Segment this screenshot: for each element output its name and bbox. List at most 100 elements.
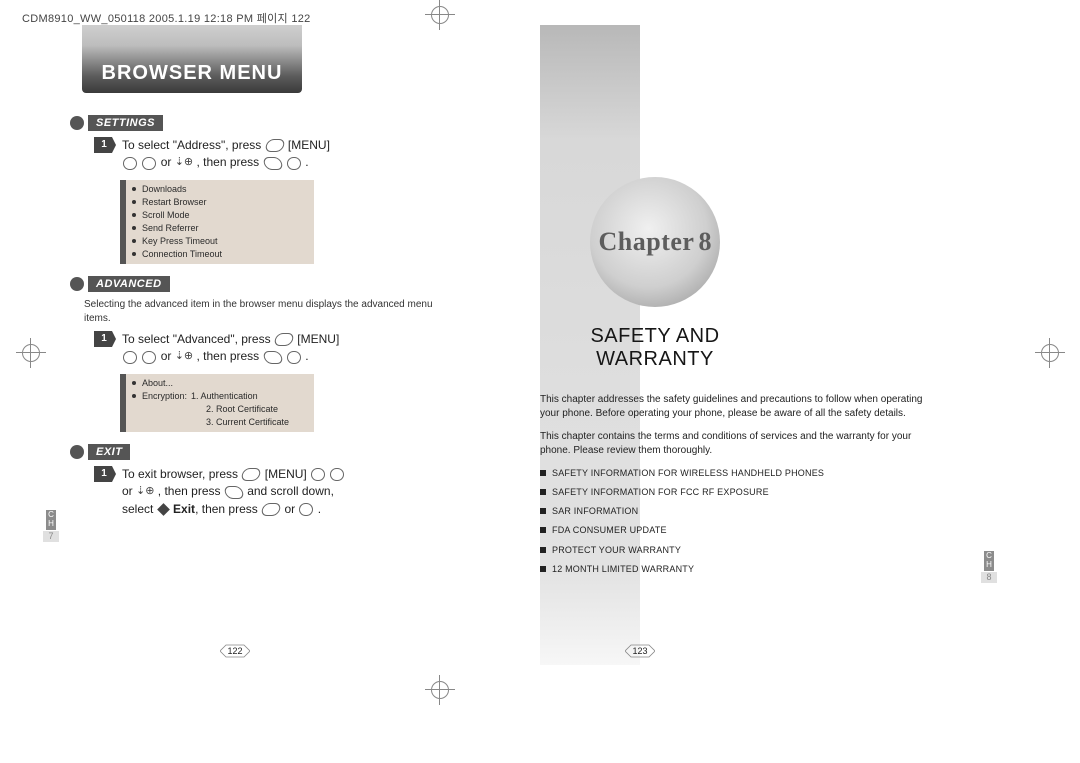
key-5-icon (123, 351, 137, 364)
page-number-left: 122 (220, 641, 250, 661)
chapter-number: 8 (698, 227, 711, 256)
menu-item-label: Downloads (142, 183, 187, 196)
softkey-icon (223, 486, 244, 499)
bullet-icon (132, 187, 136, 191)
bullet-icon (132, 252, 136, 256)
section-exit-label: EXIT (88, 444, 130, 460)
exit-step-1: 1 To exit browser, press [MENU] or ⇣⊕ , … (94, 466, 450, 518)
step-number-badge: 1 (94, 137, 116, 153)
advanced-step-text: To select "Advanced", press [MENU] or ⇣⊕… (122, 331, 339, 366)
chapter-tab-label: C H (984, 551, 994, 571)
softkey-icon (262, 351, 283, 364)
menu-item: Scroll Mode (130, 209, 310, 222)
menu-item-label: Scroll Mode (142, 209, 190, 222)
softkey-icon (262, 157, 283, 170)
toc-item-label: FDA CONSUMER UPDATE (552, 524, 667, 536)
chapter-title: SAFETY AND WARRANTY (555, 325, 755, 371)
settings-step-text: To select "Address", press [MENU] or ⇣⊕ … (122, 137, 330, 172)
step-number-badge: 1 (94, 331, 116, 347)
section-settings-header: SETTINGS (70, 115, 450, 131)
step-number-badge: 1 (94, 466, 116, 482)
page-number-right: 123 (625, 641, 655, 661)
menu-item: Send Referrer (130, 222, 310, 235)
chapter-tab-label: C H (46, 510, 56, 530)
toc-item-label: SAR INFORMATION (552, 505, 638, 517)
nav-down-icon: ⇣⊕ (136, 484, 154, 500)
advanced-menu-box: About...Encryption:1. Authentication2. R… (120, 374, 314, 432)
section-exit-header: EXIT (70, 444, 450, 460)
toc-item-label: 12 MONTH LIMITED WARRANTY (552, 563, 694, 575)
menu-item: Restart Browser (130, 196, 310, 209)
crop-mark-left (16, 338, 46, 368)
section-dot-icon (70, 116, 84, 130)
section-settings-label: SETTINGS (88, 115, 163, 131)
toc-item-label: SAFETY INFORMATION FOR WIRELESS HANDHELD… (552, 467, 824, 479)
key-5-icon (311, 468, 325, 481)
toc-item: PROTECT YOUR WARRANTY (540, 544, 935, 556)
toc-item: SAR INFORMATION (540, 505, 935, 517)
nav-diamond-icon (157, 503, 170, 516)
crop-mark-right (1035, 338, 1065, 368)
crop-mark-bottom (425, 675, 455, 705)
key-0-icon (287, 351, 301, 364)
softkey-icon (260, 503, 281, 516)
exit-step-text: To exit browser, press [MENU] or ⇣⊕ , th… (122, 466, 345, 518)
chapter-tab-left: C H 7 (42, 510, 60, 542)
menu-item: Downloads (130, 183, 310, 196)
nav-down-icon: ⇣⊕ (175, 155, 193, 171)
key-1-icon (142, 351, 156, 364)
source-file-header: CDM8910_WW_050118 2005.1.19 12:18 PM 페이지… (22, 10, 311, 26)
toc-item: SAFETY INFORMATION FOR FCC RF EXPOSURE (540, 486, 935, 498)
toc-item: FDA CONSUMER UPDATE (540, 524, 935, 536)
chapter-toc: SAFETY INFORMATION FOR WIRELESS HANDHELD… (540, 467, 935, 575)
chapter-badge: Chapter 8 (590, 177, 720, 307)
square-bullet-icon (540, 489, 546, 495)
softkey-icon (273, 333, 294, 346)
section-advanced-header: ADVANCED (70, 276, 450, 292)
nav-down-icon: ⇣⊕ (175, 349, 193, 365)
settings-menu-box: DownloadsRestart BrowserScroll ModeSend … (120, 180, 314, 264)
key-1-icon (330, 468, 344, 481)
intro-paragraph-2: This chapter contains the terms and cond… (540, 430, 935, 457)
banner-title: BROWSER MENU (102, 62, 283, 85)
header-text: CDM8910_WW_050118 2005.1.19 12:18 PM 페이지… (22, 13, 311, 25)
menu-item: About... (130, 377, 310, 390)
advanced-step-1: 1 To select "Advanced", press [MENU] or … (94, 331, 450, 366)
square-bullet-icon (540, 470, 546, 476)
key-5-icon (123, 157, 137, 170)
key-9-icon (287, 157, 301, 170)
bullet-icon (132, 213, 136, 217)
settings-step-1: 1 To select "Address", press [MENU] or ⇣… (94, 137, 450, 172)
chapter-tab-number: 7 (43, 531, 59, 543)
square-bullet-icon (540, 508, 546, 514)
left-page: BROWSER MENU SETTINGS 1 To select "Addre… (70, 25, 480, 665)
menu-item-label: Encryption: (142, 391, 187, 401)
toc-item-label: SAFETY INFORMATION FOR FCC RF EXPOSURE (552, 486, 769, 498)
right-page: Chapter 8 SAFETY AND WARRANTY This chapt… (540, 25, 950, 665)
advanced-note: Selecting the advanced item in the brows… (84, 298, 450, 325)
menu-item-label: Restart Browser (142, 196, 207, 209)
menu-item: Connection Timeout (130, 248, 310, 261)
square-bullet-icon (540, 547, 546, 553)
menu-item-label: Send Referrer (142, 222, 199, 235)
bullet-icon (132, 394, 136, 398)
square-bullet-icon (540, 527, 546, 533)
section-advanced-label: ADVANCED (88, 276, 170, 292)
key-1-icon (142, 157, 156, 170)
menu-item: Encryption:1. Authentication2. Root Cert… (130, 390, 310, 429)
menu-item-label: Key Press Timeout (142, 235, 218, 248)
chapter-word: Chapter (599, 227, 695, 256)
softkey-icon (264, 139, 285, 152)
bullet-icon (132, 226, 136, 230)
bullet-icon (132, 381, 136, 385)
square-bullet-icon (540, 566, 546, 572)
menu-item: Key Press Timeout (130, 235, 310, 248)
chapter-tab-number: 8 (981, 572, 997, 584)
chapter-tab-right: C H 8 (980, 551, 998, 583)
section-dot-icon (70, 277, 84, 291)
left-page-content: SETTINGS 1 To select "Address", press [M… (70, 103, 450, 518)
chapter-intro-body: This chapter addresses the safety guidel… (540, 393, 935, 582)
menu-sub-item: 2. Root Certificate (206, 403, 289, 416)
softkey-icon (241, 468, 262, 481)
ok-key-icon (299, 503, 313, 516)
